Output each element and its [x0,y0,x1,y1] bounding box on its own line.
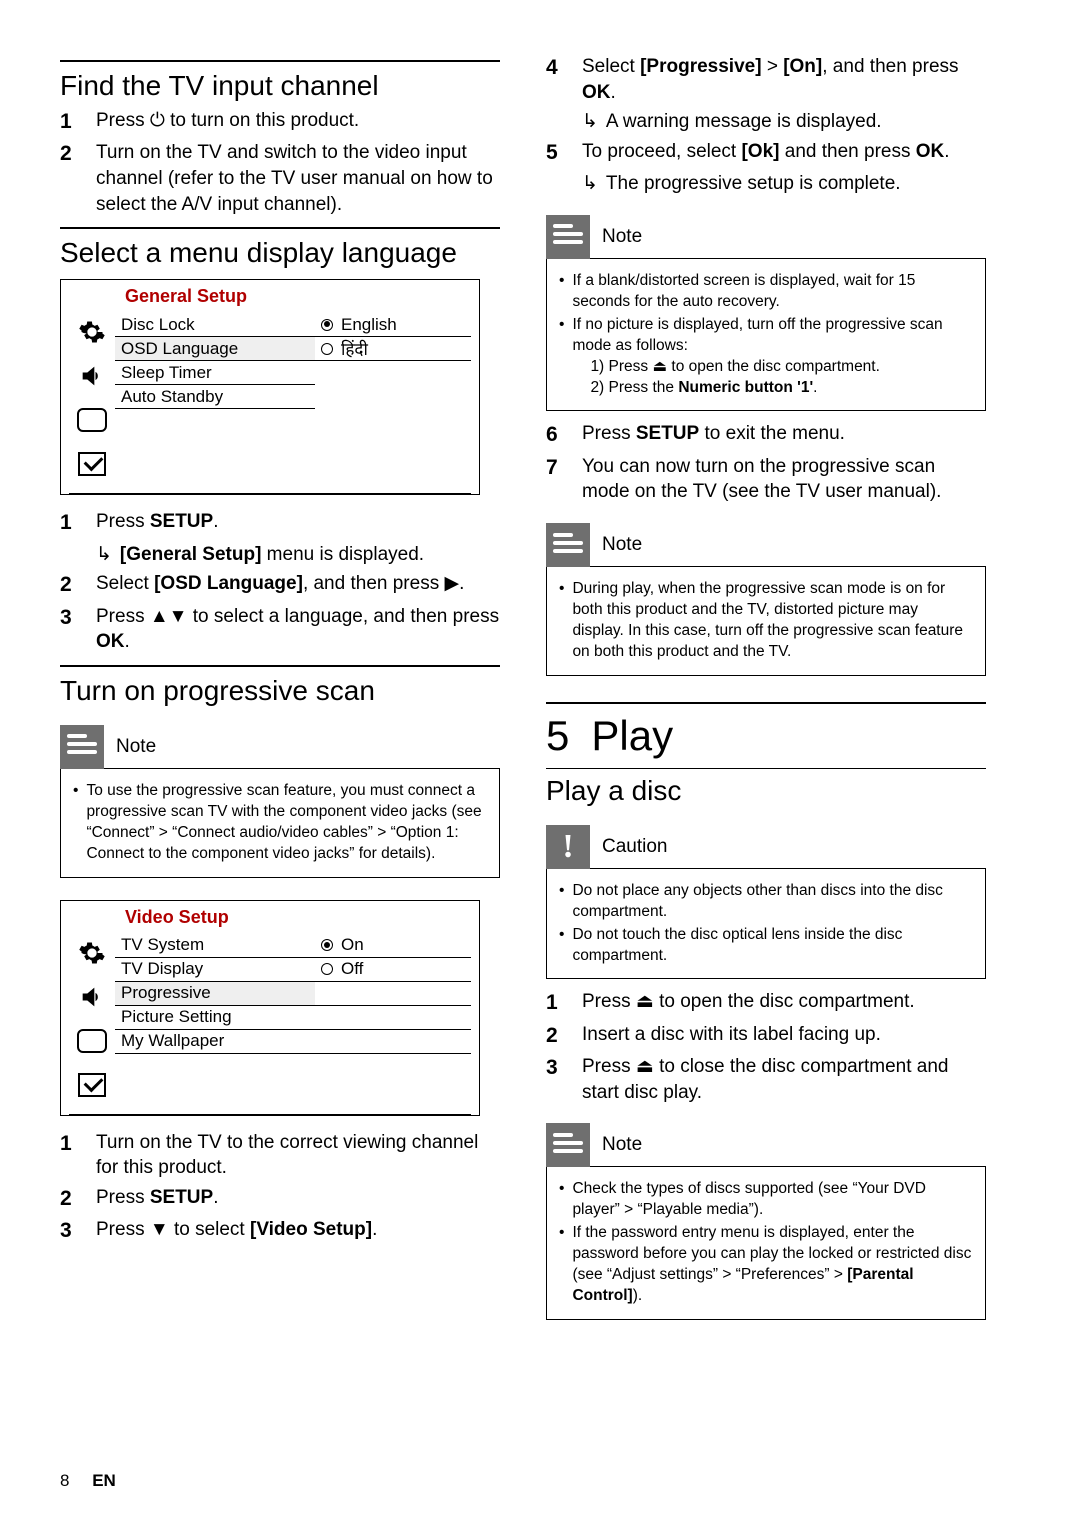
language-steps: 1 Press SETUP. [60,509,500,537]
caution-icon: ! [546,825,590,869]
page-footer: 8 EN [60,1471,116,1491]
heading-progressive-scan: Turn on progressive scan [60,675,500,707]
note-icon [546,215,590,259]
note-text: If no picture is displayed, turn off the… [572,316,942,354]
caution-text: Do not place any objects other than disc… [572,881,973,923]
note-text: If the password entry menu is displayed,… [572,1223,973,1307]
menu-item: Sleep Timer [115,361,315,385]
page-number: 8 [60,1471,69,1490]
radio-on-icon [321,319,333,331]
note-box: Note Check the types of discs supported … [546,1123,986,1320]
video-setup-menu: Video Setup TV System TV Display Progres… [60,900,480,1116]
menu-title: Video Setup [61,901,479,934]
screen-icon [69,403,115,437]
note-icon [546,523,590,567]
note-text: During play, when the progressive scan m… [572,579,973,663]
caution-box: ! Caution Do not place any objects other… [546,825,986,980]
speaker-icon [69,359,115,393]
menu-item: My Wallpaper [115,1030,315,1054]
step-text: Press SETUP. [96,1185,500,1213]
step-text: You can now turn on the progressive scan… [582,454,986,505]
gear-icon [69,315,115,349]
menu-value: Off [315,958,471,982]
step-text: Press ⏏ to open the disc compartment. [582,989,986,1017]
menu-title: General Setup [61,280,479,313]
menu-item: TV System [115,934,315,958]
radio-on-icon [321,939,333,951]
note-icon [60,725,104,769]
arrow-icon: ↳ [582,171,598,197]
result-line: ↳ The progressive setup is complete. [582,171,986,197]
page-lang: EN [92,1471,116,1490]
heading-play-disc: Play a disc [546,775,986,807]
note-box: Note During play, when the progressive s… [546,523,986,676]
check-icon [69,447,115,481]
left-column: Find the TV input channel 1Press ⏻ to tu… [60,50,500,1330]
heading-select-language: Select a menu display language [60,237,500,269]
step-text: Press ⏏ to close the disc compartment an… [582,1054,986,1105]
result-line: ↳ A warning message is displayed. [582,109,986,135]
note-icon [546,1123,590,1167]
note-subline: 2) Press the Numeric button '1'. [590,378,973,399]
result-line: ↳ [General Setup] menu is displayed. [96,542,500,568]
general-setup-menu: General Setup Disc Lock OSD Language Sle… [60,279,480,495]
menu-item: Auto Standby [115,385,315,409]
step-text: Press SETUP to exit the menu. [582,421,986,449]
step-text: Press ▼ to select [Video Setup]. [96,1217,500,1245]
menu-value: English [315,313,471,337]
note-subline: 1) Press ⏏ to open the disc compartment. [590,357,973,378]
menu-item: TV Display [115,958,315,982]
arrow-icon: ↳ [582,109,598,135]
progressive-steps-right: 4 Select [Progressive] > [On], and then … [546,54,986,105]
menu-value: On [315,934,471,958]
radio-off-icon [321,343,333,355]
menu-item: Picture Setting [115,1006,315,1030]
find-tv-steps: 1Press ⏻ to turn on this product. 2Turn … [60,108,500,217]
step-text: Press SETUP. [96,509,500,537]
menu-value: हिंदी [315,337,471,361]
step-text: Press ▲▼ to select a language, and then … [96,604,500,655]
note-box: Note If a blank/distorted screen is disp… [546,215,986,412]
play-disc-steps: 1 Press ⏏ to open the disc compartment. … [546,989,986,1105]
heading-find-tv-input: Find the TV input channel [60,70,500,102]
chapter-heading: 5 Play [546,712,986,760]
note-box: Note To use the progressive scan feature… [60,725,500,878]
radio-off-icon [321,963,333,975]
step-text: Select [OSD Language], and then press ▶. [96,571,500,599]
check-icon [69,1068,115,1102]
menu-item: Progressive [115,982,315,1006]
step-text: Press ⏻ to turn on this product. [96,108,500,136]
step-text: Select [Progressive] > [On], and then pr… [582,54,986,105]
menu-item: OSD Language [115,337,315,361]
caution-text: Do not touch the disc optical lens insid… [572,925,973,967]
screen-icon [69,1024,115,1058]
note-text: Check the types of discs supported (see … [572,1179,973,1221]
gear-icon [69,936,115,970]
arrow-icon: ↳ [96,542,112,568]
step-text: Insert a disc with its label facing up. [582,1022,986,1050]
note-text: If a blank/distorted screen is displayed… [572,271,973,313]
step-text: To proceed, select [Ok] and then press O… [582,139,986,167]
step-text: Turn on the TV and switch to the video i… [96,140,500,217]
speaker-icon [69,980,115,1014]
right-column: 4 Select [Progressive] > [On], and then … [546,50,986,1330]
step-text: Turn on the TV to the correct viewing ch… [96,1130,500,1181]
menu-item: Disc Lock [115,313,315,337]
note-text: To use the progressive scan feature, you… [86,781,487,865]
progressive-steps-left: 1Turn on the TV to the correct viewing c… [60,1130,500,1246]
